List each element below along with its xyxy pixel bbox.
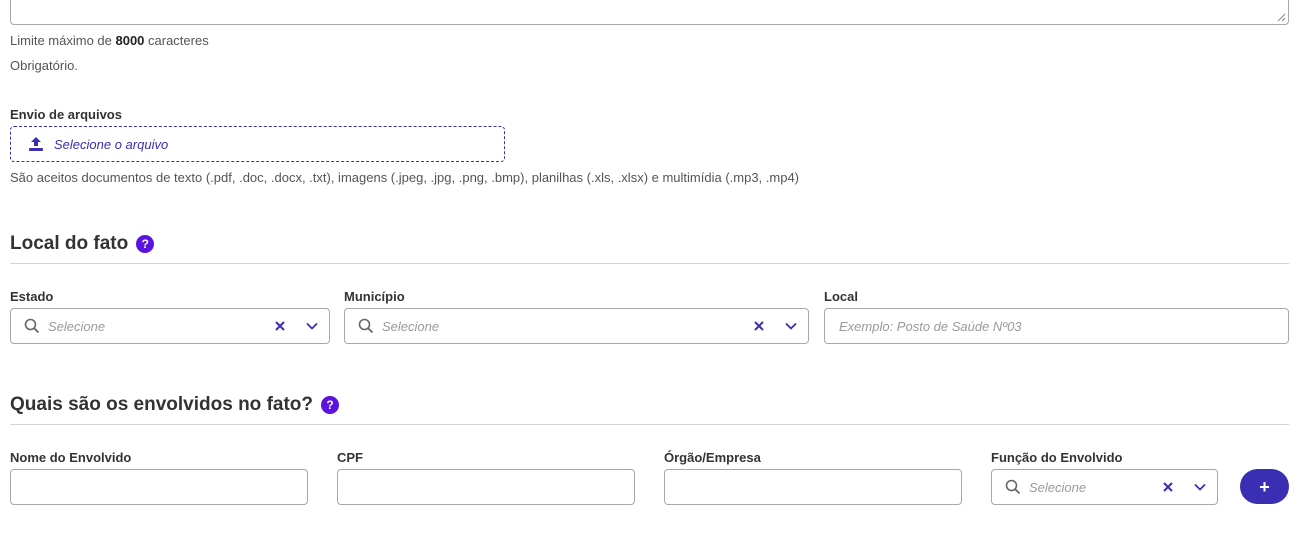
funcao-envolvido-label: Função do Envolvido	[991, 450, 1123, 465]
municipio-placeholder: Selecione	[382, 318, 440, 334]
section-title-envolvidos: Quais são os envolvidos no fato? ?	[10, 394, 339, 416]
section-title-envolvidos-text: Quais são os envolvidos no fato?	[10, 394, 313, 415]
description-textarea[interactable]	[10, 0, 1289, 25]
search-icon	[358, 318, 374, 334]
funcao-placeholder: Selecione	[1029, 479, 1087, 495]
chevron-down-icon[interactable]	[1193, 480, 1207, 494]
help-icon[interactable]: ?	[136, 235, 155, 253]
municipio-label: Município	[344, 289, 405, 304]
estado-label: Estado	[10, 289, 54, 304]
char-limit-value: 8000	[115, 33, 145, 48]
required-text: Obrigatório.	[10, 58, 78, 73]
add-envolvido-button[interactable]: +	[1240, 469, 1289, 504]
nome-envolvido-input[interactable]	[10, 469, 308, 505]
clear-icon[interactable]	[273, 319, 287, 333]
help-icon[interactable]: ?	[321, 396, 339, 414]
estado-select[interactable]: Selecione	[10, 308, 330, 344]
char-limit-text: Limite máximo de 8000 caracteres	[10, 33, 209, 48]
section-title-local: Local do fato ?	[10, 233, 155, 255]
municipio-select[interactable]: Selecione	[344, 308, 809, 344]
upload-help-text: São aceitos documentos de texto (.pdf, .…	[10, 170, 800, 185]
local-label: Local	[824, 289, 858, 304]
chevron-down-icon[interactable]	[784, 319, 798, 333]
clear-icon[interactable]	[1161, 480, 1175, 494]
upload-icon	[28, 136, 44, 152]
section-title-local-text: Local do fato	[10, 233, 129, 254]
clear-icon[interactable]	[752, 319, 766, 333]
cpf-input[interactable]	[337, 469, 635, 505]
nome-envolvido-label: Nome do Envolvido	[10, 450, 132, 465]
chevron-down-icon[interactable]	[305, 319, 319, 333]
orgao-empresa-label: Órgão/Empresa	[664, 450, 761, 465]
upload-label: Envio de arquivos	[10, 107, 122, 122]
local-input[interactable]	[824, 308, 1289, 344]
search-icon	[24, 318, 40, 334]
section-divider	[10, 263, 1289, 264]
section-divider	[10, 424, 1289, 425]
search-icon	[1005, 479, 1021, 495]
plus-icon: +	[1259, 476, 1270, 497]
estado-placeholder: Selecione	[48, 318, 106, 334]
funcao-envolvido-select[interactable]: Selecione	[991, 469, 1218, 505]
resize-grip-icon[interactable]	[1277, 13, 1286, 22]
upload-button-label: Selecione o arquivo	[54, 136, 169, 152]
cpf-label: CPF	[337, 450, 363, 465]
file-upload-button[interactable]: Selecione o arquivo	[10, 126, 505, 162]
orgao-empresa-input[interactable]	[664, 469, 962, 505]
